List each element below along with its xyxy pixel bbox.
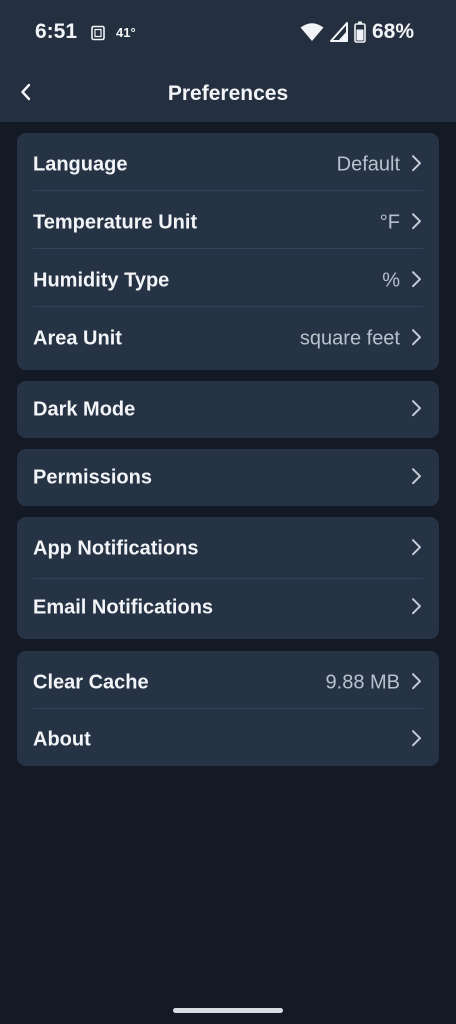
status-time: 6:51	[35, 20, 78, 43]
signal-icon	[329, 22, 348, 42]
chevron-right-icon	[412, 329, 421, 346]
divider	[33, 306, 423, 307]
misc-card: Clear Cache 9.88 MB About	[17, 651, 439, 766]
status-temperature: 41°	[116, 25, 136, 40]
language-row[interactable]: Language Default	[17, 136, 439, 194]
app-notifications-label: App Notifications	[33, 537, 199, 560]
dark-mode-card: Dark Mode	[17, 381, 439, 438]
chevron-right-icon	[412, 155, 421, 172]
battery-icon	[354, 21, 366, 43]
chevron-right-icon	[412, 730, 421, 747]
gesture-navigation-bar[interactable]	[173, 1008, 283, 1013]
chevron-right-icon	[412, 598, 421, 615]
area-unit-row[interactable]: Area Unit square feet	[17, 310, 439, 368]
temperature-unit-label: Temperature Unit	[33, 211, 198, 234]
battery-percentage: 68%	[371, 20, 414, 43]
preferences-screen: 6:51 41° 68% Preferences Language Defaul…	[0, 0, 456, 1024]
chevron-right-icon	[412, 399, 421, 416]
temperature-unit-row[interactable]: Temperature Unit °F	[17, 194, 439, 252]
chevron-right-icon	[412, 467, 421, 484]
language-value: Default	[336, 153, 400, 176]
email-notifications-label: Email Notifications	[33, 596, 214, 619]
app-header: Preferences	[0, 62, 456, 122]
humidity-type-label: Humidity Type	[33, 269, 170, 292]
sim-card-icon	[91, 25, 105, 41]
app-notifications-row[interactable]: App Notifications	[17, 520, 439, 578]
page-title: Preferences	[167, 82, 289, 105]
about-label: About	[33, 728, 91, 751]
divider	[33, 708, 423, 709]
divider	[33, 248, 423, 249]
clear-cache-label: Clear Cache	[33, 671, 149, 694]
dark-mode-row[interactable]: Dark Mode	[17, 381, 439, 438]
chevron-right-icon	[412, 213, 421, 230]
clear-cache-row[interactable]: Clear Cache 9.88 MB	[17, 654, 439, 712]
status-bar: 6:51 41° 68%	[0, 0, 456, 62]
chevron-right-icon	[412, 673, 421, 690]
language-label: Language	[33, 153, 128, 176]
humidity-type-value: %	[382, 269, 400, 292]
wifi-icon	[300, 23, 324, 41]
email-notifications-row[interactable]: Email Notifications	[17, 579, 439, 637]
permissions-label: Permissions	[33, 466, 152, 488]
area-unit-value: square feet	[299, 327, 400, 350]
cache-size-value: 9.88 MB	[325, 671, 400, 694]
about-row[interactable]: About	[17, 711, 439, 769]
chevron-right-icon	[412, 271, 421, 288]
notifications-card: App Notifications Email Notifications	[17, 517, 439, 639]
dark-mode-label: Dark Mode	[33, 398, 136, 420]
humidity-type-row[interactable]: Humidity Type %	[17, 252, 439, 310]
divider	[33, 190, 423, 191]
chevron-right-icon	[412, 539, 421, 556]
permissions-card: Permissions	[17, 449, 439, 506]
area-unit-label: Area Unit	[33, 327, 122, 350]
permissions-row[interactable]: Permissions	[17, 449, 439, 506]
status-right-group: 68%	[300, 20, 414, 44]
temperature-unit-value: °F	[379, 211, 400, 234]
units-card: Language Default Temperature Unit °F Hum…	[17, 133, 439, 370]
